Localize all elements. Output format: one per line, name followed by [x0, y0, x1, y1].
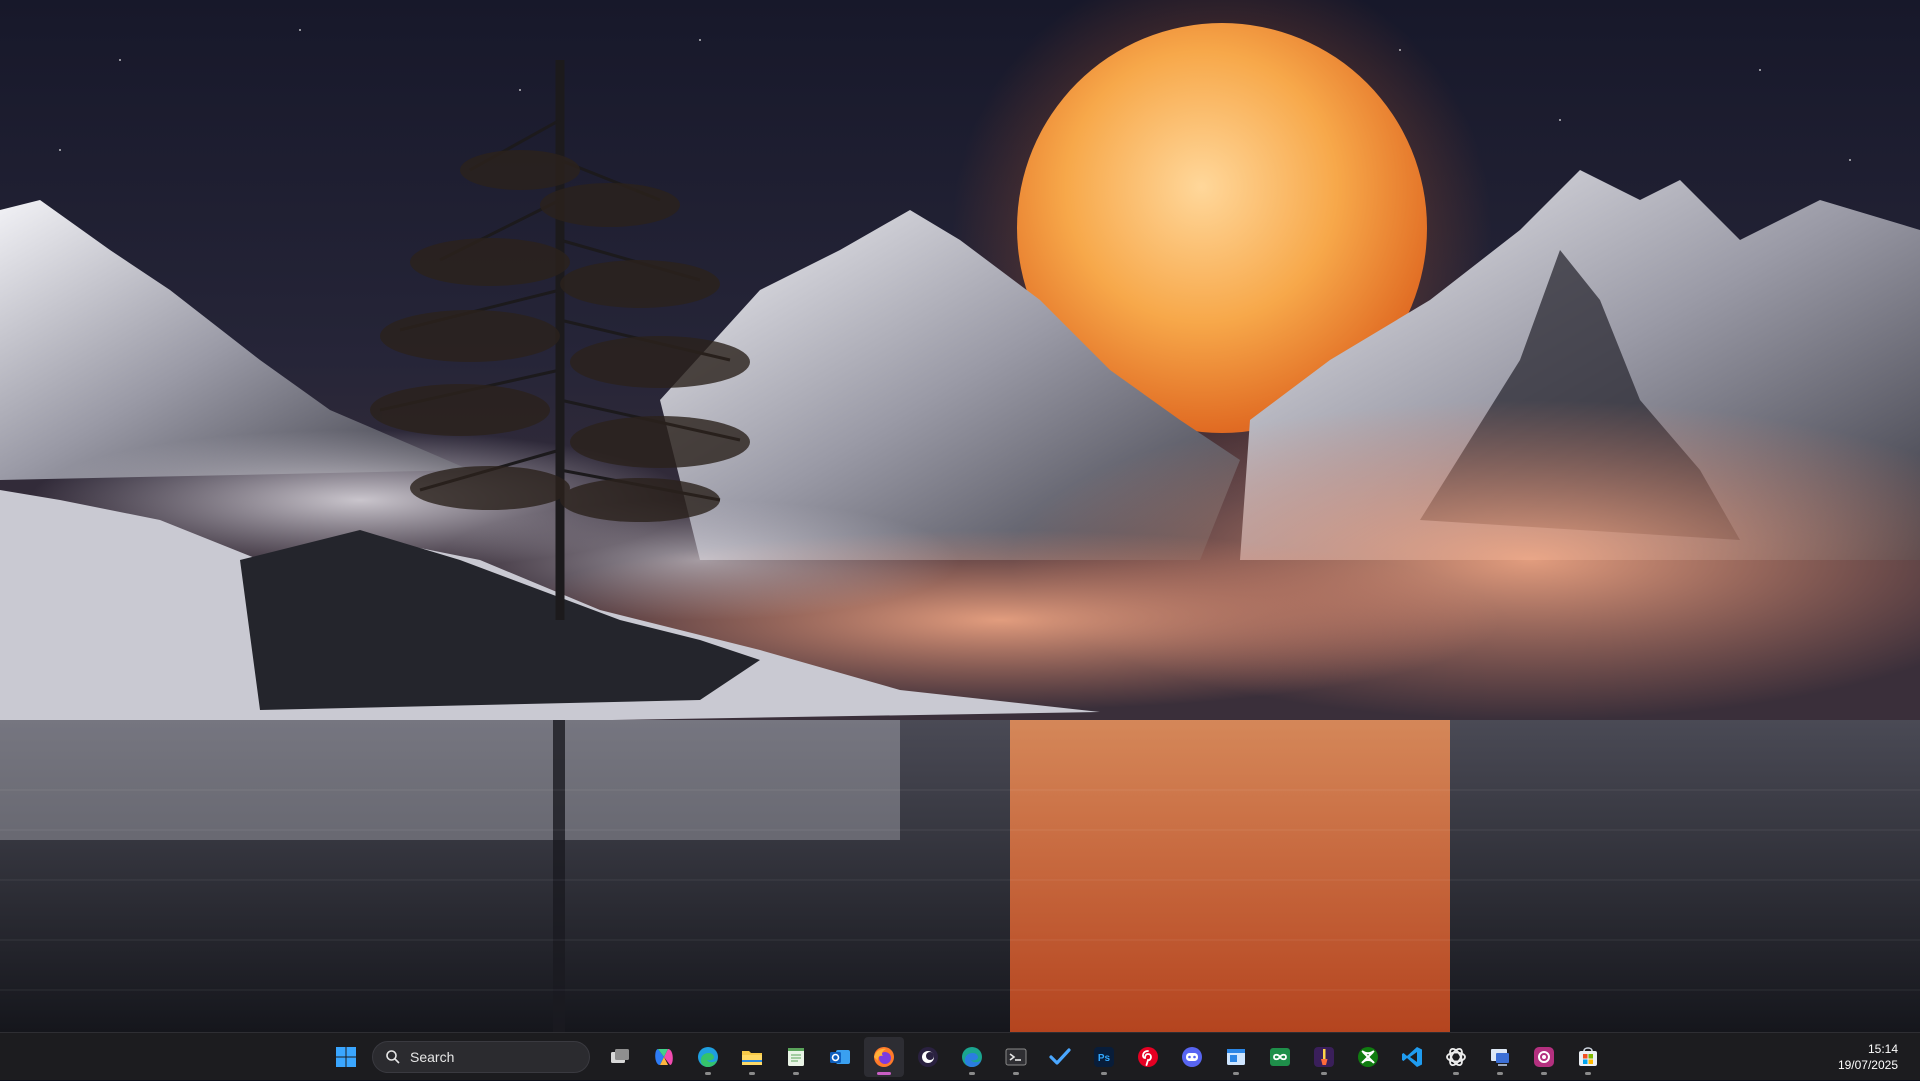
discord-button[interactable] — [1172, 1037, 1212, 1077]
terminal-icon — [1005, 1048, 1027, 1066]
windows-logo-icon — [336, 1047, 356, 1067]
remote-desktop-button[interactable] — [1480, 1037, 1520, 1077]
running-indicator — [705, 1072, 711, 1075]
running-indicator — [1585, 1072, 1591, 1075]
xbox-button[interactable] — [1348, 1037, 1388, 1077]
vscode-icon — [1402, 1047, 1422, 1067]
running-indicator — [1013, 1072, 1019, 1075]
xbox-icon — [1358, 1047, 1378, 1067]
edge-button[interactable] — [688, 1037, 728, 1077]
clock-date: 19/07/2025 — [1837, 1058, 1898, 1072]
checkmark-icon — [1049, 1048, 1071, 1065]
photoshop-icon: Ps — [1094, 1047, 1114, 1067]
store-icon — [1579, 1047, 1597, 1066]
photoshop-button[interactable]: Ps — [1084, 1037, 1124, 1077]
store-button[interactable] — [1568, 1037, 1608, 1077]
chatgpt-icon — [1446, 1047, 1466, 1067]
edge-icon — [698, 1047, 718, 1067]
claude-icon — [918, 1047, 938, 1067]
folder-icon — [742, 1051, 762, 1065]
notepad-button[interactable] — [776, 1037, 816, 1077]
chatgpt-button[interactable] — [1436, 1037, 1476, 1077]
desktop-wallpaper — [0, 0, 1920, 1032]
edge-dev-button[interactable] — [952, 1037, 992, 1077]
copilot-button[interactable] — [644, 1037, 684, 1077]
running-indicator — [1321, 1072, 1327, 1075]
search-icon — [386, 1050, 400, 1064]
task-view-button[interactable] — [600, 1037, 640, 1077]
discord-icon — [1182, 1047, 1202, 1067]
running-indicator — [1453, 1072, 1459, 1075]
outlook-button[interactable] — [820, 1037, 860, 1077]
screen-recorder-button[interactable] — [1524, 1037, 1564, 1077]
terminal-button[interactable] — [996, 1037, 1036, 1077]
taskbar: Search Ps 15:14 19/07/2025 — [0, 1032, 1920, 1080]
claude-button[interactable] — [908, 1037, 948, 1077]
system-clock[interactable]: 15:14 19/07/2025 — [1838, 1041, 1898, 1073]
running-indicator — [1541, 1072, 1547, 1075]
task-view-icon — [611, 1049, 629, 1063]
search-label: Search — [410, 1049, 455, 1065]
running-indicator — [793, 1072, 799, 1075]
notepad-icon — [788, 1048, 804, 1066]
infinity-icon — [1270, 1048, 1290, 1066]
firefox-icon — [874, 1047, 894, 1067]
svg-text:Ps: Ps — [1098, 1053, 1111, 1064]
paintbrush-app-button[interactable] — [1304, 1037, 1344, 1077]
edge-dev-icon — [962, 1047, 982, 1067]
remote-desktop-icon — [1491, 1049, 1509, 1066]
outlook-icon — [830, 1050, 850, 1064]
pinterest-icon — [1138, 1047, 1158, 1067]
goodreads-button[interactable] — [1260, 1037, 1300, 1077]
running-indicator — [1497, 1072, 1503, 1075]
search-box[interactable]: Search — [372, 1041, 590, 1073]
window-app-button[interactable] — [1216, 1037, 1256, 1077]
running-indicator — [1101, 1072, 1107, 1075]
running-indicator — [969, 1072, 975, 1075]
todo-button[interactable] — [1040, 1037, 1080, 1077]
running-indicator — [877, 1072, 891, 1075]
vscode-button[interactable] — [1392, 1037, 1432, 1077]
pinterest-button[interactable] — [1128, 1037, 1168, 1077]
window-icon — [1227, 1049, 1245, 1065]
screen-recorder-icon — [1534, 1047, 1554, 1067]
start-button[interactable] — [326, 1037, 366, 1077]
clock-time: 15:14 — [1867, 1042, 1898, 1056]
running-indicator — [749, 1072, 755, 1075]
taskbar-apps: Search Ps — [324, 1033, 1610, 1081]
firefox-button[interactable] — [864, 1037, 904, 1077]
copilot-icon — [655, 1049, 673, 1065]
file-explorer-button[interactable] — [732, 1037, 772, 1077]
running-indicator — [1233, 1072, 1239, 1075]
paintbrush-icon — [1314, 1047, 1334, 1067]
